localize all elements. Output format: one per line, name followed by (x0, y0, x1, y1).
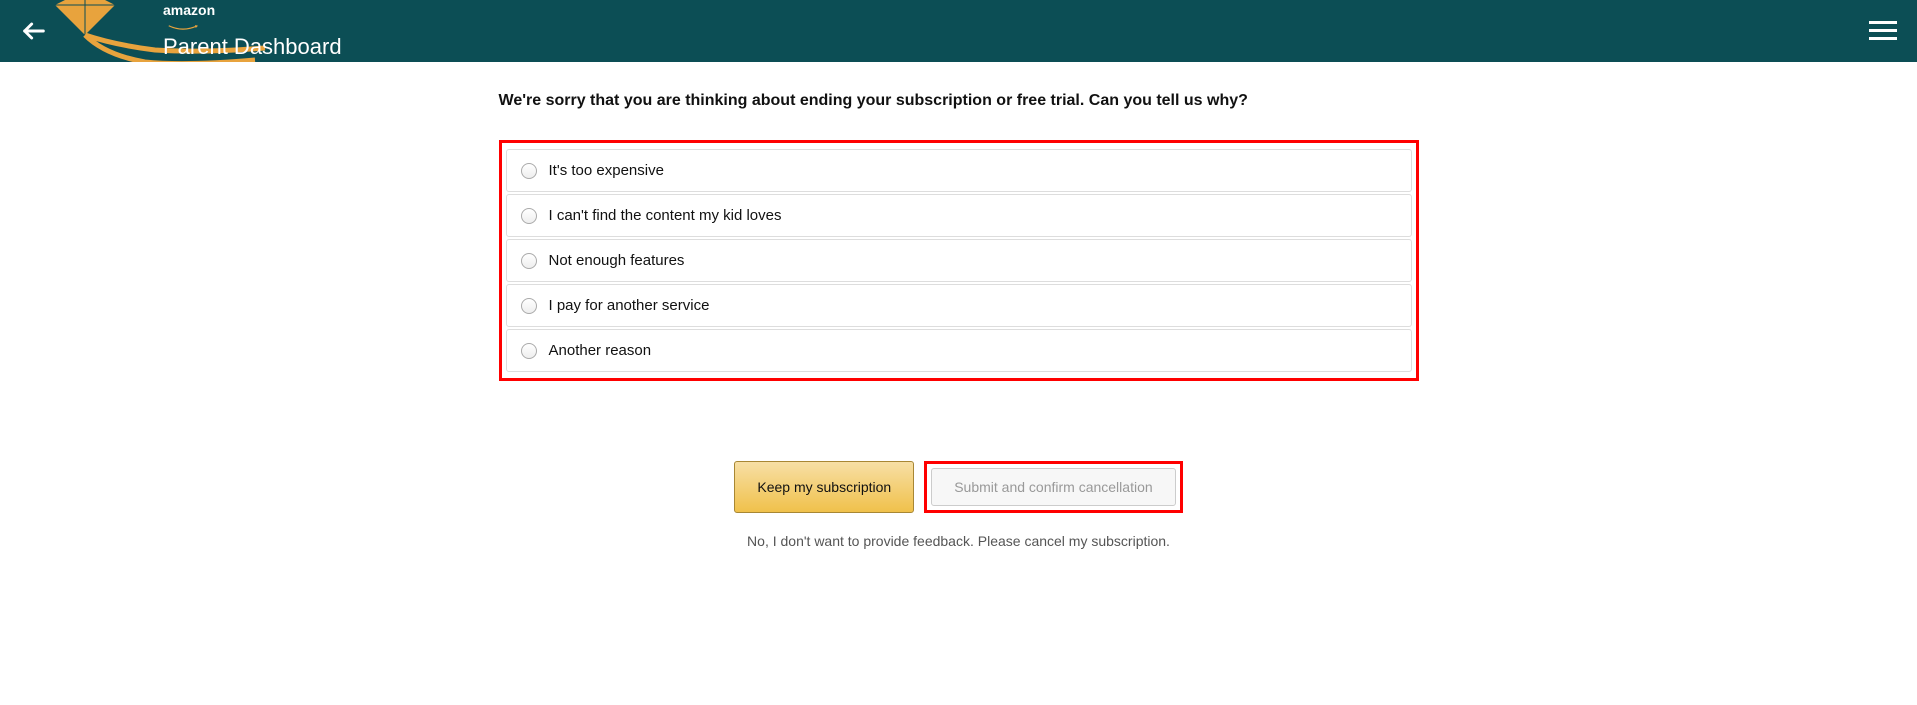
brand-dashboard-label: Parent Dashboard (163, 34, 342, 60)
submit-button-highlight: Submit and confirm cancellation (924, 461, 1182, 513)
reason-label: I pay for another service (549, 297, 710, 314)
reason-option-features[interactable]: Not enough features (506, 239, 1412, 282)
main-content: We're sorry that you are thinking about … (459, 62, 1459, 579)
amazon-smile-icon (163, 25, 203, 31)
reason-option-another-reason[interactable]: Another reason (506, 329, 1412, 372)
radio-icon (521, 163, 537, 179)
back-arrow-icon[interactable] (20, 17, 48, 45)
reason-option-another-service[interactable]: I pay for another service (506, 284, 1412, 327)
cancellation-prompt: We're sorry that you are thinking about … (499, 92, 1419, 110)
hamburger-menu-icon[interactable] (1869, 19, 1897, 43)
submit-cancellation-button[interactable]: Submit and confirm cancellation (931, 468, 1175, 506)
reason-option-too-expensive[interactable]: It's too expensive (506, 149, 1412, 192)
app-header: amazon Parent Dashboard (0, 0, 1917, 62)
skip-feedback-link[interactable]: No, I don't want to provide feedback. Pl… (499, 533, 1419, 549)
cancellation-reasons-group: It's too expensive I can't find the cont… (499, 140, 1419, 381)
radio-icon (521, 253, 537, 269)
reason-option-content[interactable]: I can't find the content my kid loves (506, 194, 1412, 237)
keep-subscription-button[interactable]: Keep my subscription (734, 461, 914, 513)
brand-text: amazon Parent Dashboard (163, 2, 342, 60)
reason-label: I can't find the content my kid loves (549, 207, 782, 224)
action-buttons-row: Keep my subscription Submit and confirm … (499, 461, 1419, 513)
brand-amazon-label: amazon (163, 2, 342, 18)
reason-label: It's too expensive (549, 162, 664, 179)
radio-icon (521, 343, 537, 359)
reason-label: Another reason (549, 342, 652, 359)
header-left: amazon Parent Dashboard (20, 2, 342, 60)
reason-label: Not enough features (549, 252, 685, 269)
radio-icon (521, 298, 537, 314)
radio-icon (521, 208, 537, 224)
